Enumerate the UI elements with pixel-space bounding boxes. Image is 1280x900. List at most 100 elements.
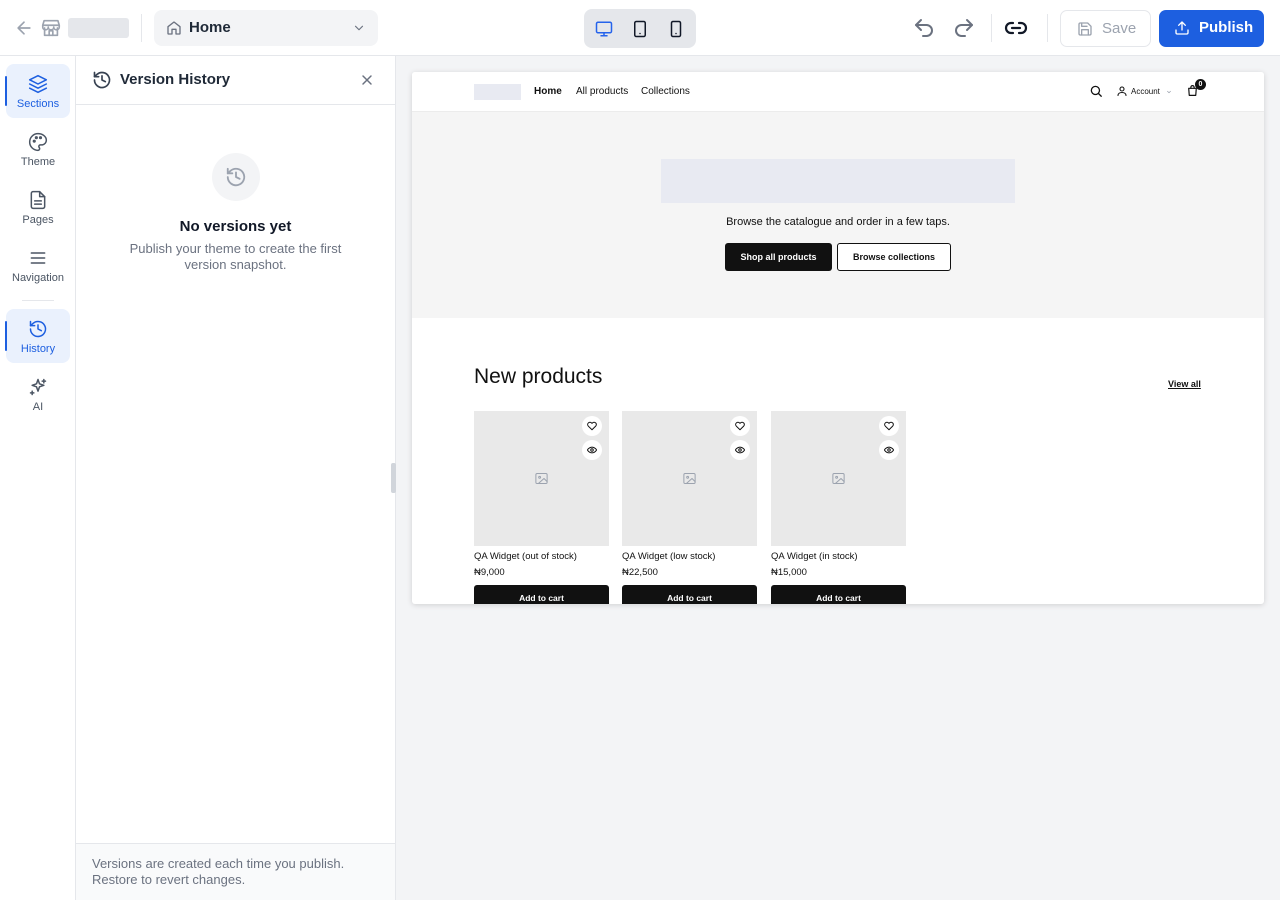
add-to-cart-button[interactable]: Add to cart bbox=[474, 585, 609, 604]
layers-icon bbox=[28, 74, 48, 94]
close-icon bbox=[362, 75, 372, 85]
publish-label: Publish bbox=[1199, 19, 1254, 36]
rail-item-ai[interactable]: AI bbox=[6, 367, 70, 421]
version-history-panel: Version History No versions yet Publish … bbox=[76, 56, 396, 900]
wishlist-button[interactable] bbox=[730, 416, 750, 436]
view-all-link[interactable]: View all bbox=[1168, 379, 1201, 389]
page-select[interactable]: Home bbox=[154, 10, 378, 46]
quick-view-button[interactable] bbox=[879, 440, 899, 460]
heart-icon bbox=[884, 421, 894, 431]
quick-view-button[interactable] bbox=[582, 440, 602, 460]
save-button[interactable]: Save bbox=[1060, 10, 1151, 47]
desktop-view-button[interactable] bbox=[588, 12, 620, 45]
history-icon bbox=[29, 320, 47, 338]
new-products-title: New products bbox=[474, 365, 603, 388]
rail-item-label: Theme bbox=[20, 156, 56, 168]
rail-item-label: Navigation bbox=[12, 272, 64, 284]
rail-item-label: Sections bbox=[16, 98, 60, 110]
hero-heading-placeholder bbox=[661, 159, 1015, 203]
history-icon bbox=[92, 70, 112, 90]
wishlist-button[interactable] bbox=[582, 416, 602, 436]
cart-count-badge: 0 bbox=[1195, 79, 1206, 90]
chevron-down-icon bbox=[352, 21, 366, 35]
heart-icon bbox=[735, 421, 745, 431]
quick-view-button[interactable] bbox=[730, 440, 750, 460]
image-placeholder-icon bbox=[831, 471, 846, 486]
product-price: ₦22,500 bbox=[622, 567, 658, 578]
file-icon bbox=[30, 190, 46, 210]
panel-footer-text: Versions are created each time you publi… bbox=[92, 856, 345, 887]
upload-icon bbox=[1175, 21, 1189, 35]
rail-item-navigation[interactable]: Navigation bbox=[6, 238, 70, 292]
product-image[interactable] bbox=[474, 411, 609, 546]
rail-item-label: History bbox=[20, 343, 56, 355]
empty-state-icon-badge bbox=[212, 153, 260, 201]
divider bbox=[991, 14, 992, 42]
link-button[interactable] bbox=[1004, 16, 1028, 40]
rail-item-sections[interactable]: Sections bbox=[5, 64, 70, 118]
product-card[interactable]: QA Widget (out of stock) ₦9,000 Add to c… bbox=[474, 411, 609, 604]
rail-item-label: Pages bbox=[22, 214, 54, 226]
shop-all-products-button[interactable]: Shop all products bbox=[725, 243, 832, 271]
panel-title: Version History bbox=[120, 71, 231, 88]
image-placeholder-icon bbox=[534, 471, 549, 486]
product-image[interactable] bbox=[771, 411, 906, 546]
divider bbox=[141, 14, 142, 42]
product-image[interactable] bbox=[622, 411, 757, 546]
product-price: ₦9,000 bbox=[474, 567, 505, 578]
product-name[interactable]: QA Widget (low stock) bbox=[622, 551, 715, 562]
rail-item-history[interactable]: History bbox=[5, 309, 70, 363]
empty-state-description: Publish your theme to create the first v… bbox=[129, 241, 342, 272]
nav-link-home[interactable]: Home bbox=[534, 86, 562, 97]
image-placeholder-icon bbox=[682, 471, 697, 486]
hero-section: Browse the catalogue and order in a few … bbox=[412, 112, 1264, 318]
store-logo-placeholder bbox=[474, 84, 521, 100]
redo-button[interactable] bbox=[952, 16, 976, 40]
left-rail: Sections Theme Pages Navigation History … bbox=[0, 56, 76, 900]
product-card[interactable]: QA Widget (in stock) ₦15,000 Add to cart bbox=[771, 411, 906, 604]
add-to-cart-button[interactable]: Add to cart bbox=[771, 585, 906, 604]
link-icon bbox=[1004, 21, 1028, 35]
mobile-view-button[interactable] bbox=[660, 12, 692, 45]
rail-item-theme[interactable]: Theme bbox=[6, 122, 70, 176]
chevron-down-icon bbox=[1166, 89, 1172, 95]
monitor-icon bbox=[595, 21, 613, 37]
product-name[interactable]: QA Widget (out of stock) bbox=[474, 551, 577, 562]
history-icon bbox=[226, 167, 246, 187]
account-label[interactable]: Account bbox=[1131, 87, 1160, 96]
rail-item-pages[interactable]: Pages bbox=[6, 180, 70, 234]
add-to-cart-button[interactable]: Add to cart bbox=[622, 585, 757, 604]
save-icon bbox=[1078, 22, 1092, 36]
rail-item-label: AI bbox=[32, 401, 44, 413]
close-panel-button[interactable] bbox=[359, 72, 375, 88]
tablet-icon bbox=[634, 20, 646, 38]
panel-footer: Versions are created each time you publi… bbox=[76, 843, 395, 900]
save-label: Save bbox=[1102, 20, 1137, 37]
hero-subtitle: Browse the catalogue and order in a few … bbox=[726, 216, 950, 228]
preview-canvas: Home All products Collections Account 0 … bbox=[396, 56, 1280, 900]
top-bar: Home Save Publish bbox=[0, 0, 1280, 56]
empty-state-title: No versions yet bbox=[179, 218, 292, 235]
nav-link-collections[interactable]: Collections bbox=[641, 86, 690, 97]
product-name[interactable]: QA Widget (in stock) bbox=[771, 551, 858, 562]
eye-icon bbox=[735, 446, 745, 454]
tablet-view-button[interactable] bbox=[624, 12, 656, 45]
eye-icon bbox=[587, 446, 597, 454]
menu-icon bbox=[30, 252, 46, 264]
back-arrow-icon[interactable] bbox=[14, 18, 34, 38]
store-name-placeholder bbox=[68, 18, 129, 38]
wishlist-button[interactable] bbox=[879, 416, 899, 436]
product-price: ₦15,000 bbox=[771, 567, 807, 578]
product-card[interactable]: QA Widget (low stock) ₦22,500 Add to car… bbox=[622, 411, 757, 604]
nav-link-all-products[interactable]: All products bbox=[576, 86, 628, 97]
home-icon bbox=[166, 20, 182, 36]
browse-collections-button[interactable]: Browse collections bbox=[837, 243, 951, 271]
store-icon bbox=[40, 17, 62, 39]
user-icon[interactable] bbox=[1116, 85, 1128, 98]
sparkles-icon bbox=[29, 378, 47, 396]
redo-icon bbox=[955, 19, 973, 37]
publish-button[interactable]: Publish bbox=[1159, 10, 1264, 47]
search-icon[interactable] bbox=[1089, 84, 1103, 98]
heart-icon bbox=[587, 421, 597, 431]
undo-button[interactable] bbox=[912, 16, 936, 40]
